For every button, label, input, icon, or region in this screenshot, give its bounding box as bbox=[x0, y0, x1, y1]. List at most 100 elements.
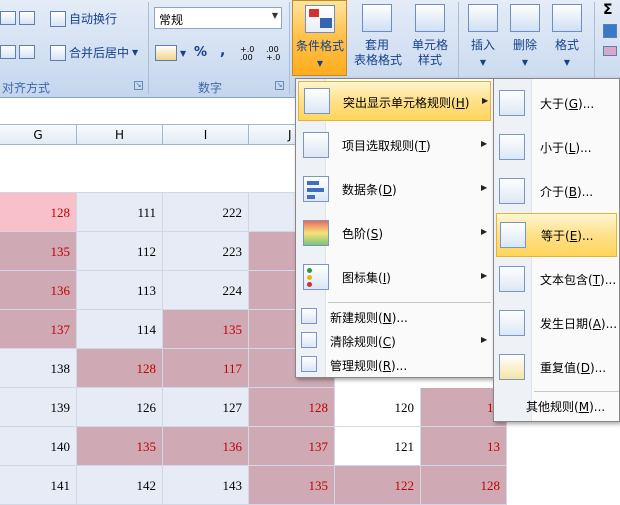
cell-i-row-3[interactable]: 224 bbox=[163, 271, 249, 310]
cell-i-row-4[interactable]: 135 bbox=[163, 310, 249, 349]
cell-j-row-7[interactable]: 137 bbox=[249, 427, 335, 466]
cell-g-row-6[interactable]: 139 bbox=[0, 388, 77, 427]
cell-k-row-7[interactable]: 121 bbox=[335, 427, 421, 466]
decrease-decimal-button[interactable]: .00 +.0 bbox=[266, 46, 288, 62]
number-launcher-icon[interactable]: ↘ bbox=[275, 81, 284, 90]
submenu-item-equal-to[interactable]: 等于(E)... bbox=[496, 213, 617, 257]
menu-item-label: 清除规则(C) bbox=[330, 335, 396, 349]
delete-button[interactable]: 删除 ▼ bbox=[504, 0, 546, 76]
menu-item-clear-rules[interactable]: 清除规则(C) ▶ bbox=[298, 329, 491, 351]
submenu-item-label: 介于(B)... bbox=[540, 185, 594, 199]
cell-style-button[interactable]: 单元格 样式 bbox=[405, 0, 455, 76]
percent-button[interactable]: % bbox=[194, 45, 207, 60]
submenu-item-label: 大于(G)... bbox=[540, 97, 595, 111]
cell-i-row-7[interactable]: 136 bbox=[163, 427, 249, 466]
menu-item-data-bars[interactable]: 数据条(D) ▶ bbox=[298, 167, 491, 211]
chevron-down-icon: ▼ bbox=[271, 11, 278, 20]
menu-item-color-scales[interactable]: 色阶(S) ▶ bbox=[298, 211, 491, 255]
alignment-launcher-icon[interactable]: ↘ bbox=[134, 81, 143, 90]
cell-j-row-6[interactable]: 128 bbox=[249, 388, 335, 427]
cell-g-row-5[interactable]: 138 bbox=[0, 349, 77, 388]
menu-item-new-rule[interactable]: 新建规则(N)... bbox=[298, 305, 491, 327]
menu-item-label: 管理规则(R)... bbox=[330, 359, 408, 373]
clear-button[interactable] bbox=[603, 46, 617, 56]
menu-item-top-bottom-rules[interactable]: 项目选取规则(T) ▶ bbox=[298, 123, 491, 167]
cell-h-row-4[interactable]: 114 bbox=[77, 310, 163, 349]
autosum-button[interactable]: Σ bbox=[603, 2, 613, 18]
submenu-item-text-contains[interactable]: 文本包含(T)... bbox=[496, 257, 617, 301]
column-header-g[interactable]: G bbox=[0, 125, 77, 145]
wrap-text-button[interactable]: 自动换行 bbox=[50, 10, 117, 27]
menu-item-icon-sets[interactable]: 图标集(I) ▶ bbox=[298, 255, 491, 299]
cell-h-row-1[interactable]: 111 bbox=[77, 193, 163, 232]
icon-sets-icon bbox=[303, 264, 329, 290]
cell-g-row-3[interactable]: 136 bbox=[0, 271, 77, 310]
cell-g-row-1[interactable]: 128 bbox=[0, 193, 77, 232]
merge-center-button[interactable]: 合并后居中 ▼ bbox=[50, 44, 138, 61]
cell-g-row-4[interactable]: 137 bbox=[0, 310, 77, 349]
fill-button[interactable] bbox=[603, 24, 617, 38]
cell-g-row-2[interactable]: 135 bbox=[0, 232, 77, 271]
column-header-h[interactable]: H bbox=[77, 125, 163, 145]
bar-fill bbox=[307, 188, 324, 192]
group-number-label: 数字 bbox=[198, 81, 223, 95]
cell-g-row-8[interactable]: 141 bbox=[0, 466, 77, 505]
submenu-arrow-icon: ▶ bbox=[481, 183, 488, 192]
decrease-indent-icon[interactable] bbox=[0, 11, 16, 25]
align-right-icon[interactable] bbox=[19, 45, 35, 59]
indent-buttons[interactable] bbox=[0, 11, 35, 25]
cell-l-row-7[interactable]: 13 bbox=[421, 427, 507, 466]
align-left-icon[interactable] bbox=[0, 45, 16, 59]
comma-button[interactable]: , bbox=[220, 43, 225, 59]
cell-style-label-1: 单元格 bbox=[411, 38, 448, 52]
cell-i-row-8[interactable]: 143 bbox=[163, 466, 249, 505]
cell-h-row-3[interactable]: 113 bbox=[77, 271, 163, 310]
menu-item-label: 新建规则(N)... bbox=[330, 311, 408, 325]
cell-h-row-8[interactable]: 142 bbox=[77, 466, 163, 505]
cell-h-row-6[interactable]: 126 bbox=[77, 388, 163, 427]
submenu-item-more-rules[interactable]: 其他规则(M)... bbox=[496, 394, 617, 418]
cell-j-row-8[interactable]: 135 bbox=[249, 466, 335, 505]
submenu-item-greater-than[interactable]: 大于(G)... bbox=[496, 81, 617, 125]
cell-h-row-5[interactable]: 128 bbox=[77, 349, 163, 388]
increase-indent-icon[interactable] bbox=[19, 11, 35, 25]
cell-l-row-8[interactable]: 128 bbox=[421, 466, 507, 505]
menu-item-label: 项目选取规则(T) bbox=[342, 139, 431, 153]
submenu-item-between[interactable]: 介于(B)... bbox=[496, 169, 617, 213]
highlight-rules-submenu: 大于(G)... 小于(L)... 介于(B)... 等于(E)... 文本包含… bbox=[493, 78, 620, 422]
table-format-button[interactable]: 套用 表格格式 bbox=[352, 0, 402, 76]
submenu-item-less-than[interactable]: 小于(L)... bbox=[496, 125, 617, 169]
align-buttons[interactable] bbox=[0, 45, 35, 59]
format-button[interactable]: 格式 ▼ bbox=[546, 0, 588, 76]
cell-k-row-6[interactable]: 120 bbox=[335, 388, 421, 427]
cell-i-row-6[interactable]: 127 bbox=[163, 388, 249, 427]
submenu-item-label: 等于(E)... bbox=[541, 229, 594, 243]
submenu-item-duplicate-values[interactable]: 重复值(D)... bbox=[496, 345, 617, 389]
menu-item-label: 色阶(S) bbox=[342, 227, 384, 241]
increase-decimal-button[interactable]: +.0 .00 bbox=[240, 46, 262, 62]
cell-k-row-8[interactable]: 122 bbox=[335, 466, 421, 505]
conditional-format-button[interactable]: 条件格式 ▼ bbox=[292, 0, 347, 76]
column-header-i[interactable]: I bbox=[163, 125, 249, 145]
menu-item-manage-rules[interactable]: 管理规则(R)... bbox=[298, 353, 491, 375]
cell-h-row-2[interactable]: 112 bbox=[77, 232, 163, 271]
chevron-down-icon: ▼ bbox=[132, 48, 139, 57]
menu-item-highlight-rules[interactable]: 突出显示单元格规则(H) ▶ bbox=[298, 81, 491, 121]
data-bars-icon bbox=[303, 176, 329, 202]
number-format-select[interactable]: 常规 ▼ bbox=[154, 7, 282, 29]
table-format-label-1: 套用 bbox=[364, 38, 389, 52]
accounting-format-button[interactable]: ▼ bbox=[155, 45, 186, 61]
cell-h-row-7[interactable]: 135 bbox=[77, 427, 163, 466]
menu-item-label: 数据条(D) bbox=[342, 183, 397, 197]
group-divider bbox=[148, 2, 149, 94]
cell-g-row-7[interactable]: 140 bbox=[0, 427, 77, 466]
insert-button[interactable]: 插入 ▼ bbox=[462, 0, 504, 76]
submenu-arrow-icon: ▶ bbox=[481, 139, 488, 148]
chevron-down-icon: ▼ bbox=[563, 58, 571, 67]
insert-icon bbox=[468, 4, 498, 32]
cell-i-row-1[interactable]: 222 bbox=[163, 193, 249, 232]
cell-i-row-5[interactable]: 117 bbox=[163, 349, 249, 388]
cell-i-row-2[interactable]: 223 bbox=[163, 232, 249, 271]
submenu-item-date-occurring[interactable]: 发生日期(A)... bbox=[496, 301, 617, 345]
chevron-down-icon: ▼ bbox=[521, 58, 529, 67]
